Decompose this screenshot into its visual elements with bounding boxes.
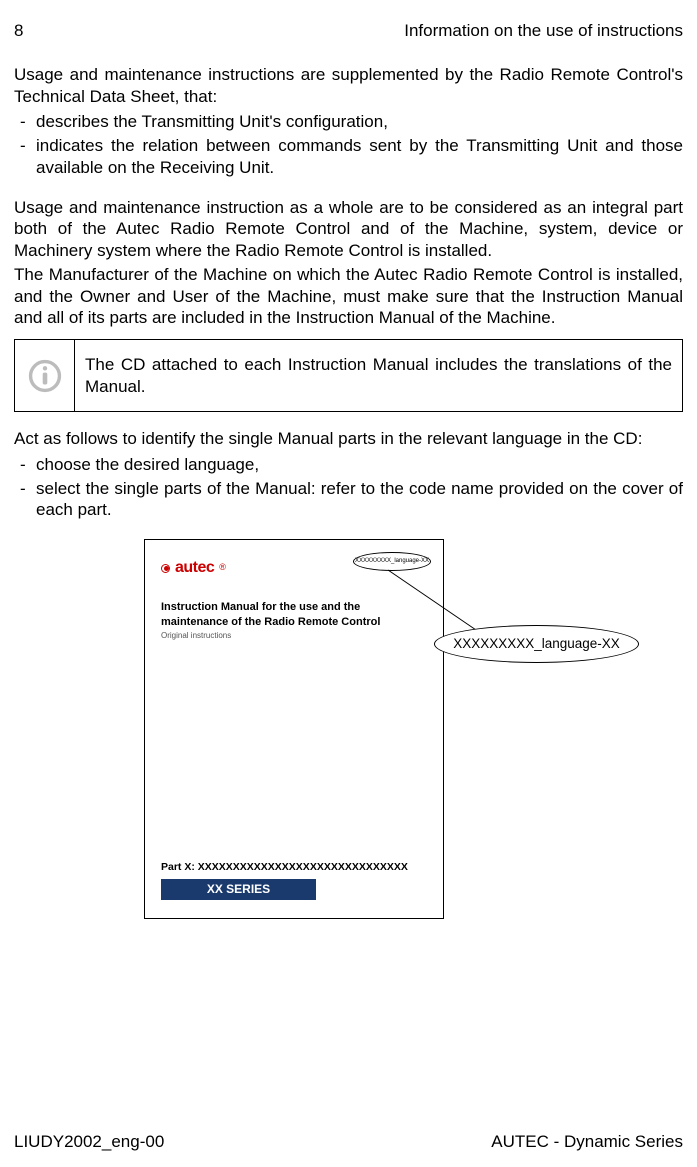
info-text: The CD attached to each Instruction Manu… [75,340,683,412]
footer-right: AUTEC - Dynamic Series [491,1131,683,1153]
original-instructions-label: Original instructions [161,631,427,641]
logo-text: autec [175,558,214,578]
info-icon-cell [15,340,75,412]
cover-title-line2: maintenance of the Radio Remote Control [161,616,380,628]
footer-left: LIUDY2002_eng-00 [14,1131,164,1153]
list-item: describes the Transmitting Unit's config… [36,111,683,133]
cover-page: autec ® XXXXXXXXX_language-XX Instructio… [144,539,444,919]
paragraph-manufacturer: The Manufacturer of the Machine on which… [14,264,683,329]
list-item: select the single parts of the Manual: r… [36,478,683,522]
cover-title-line1: Instruction Manual for the use and the [161,601,360,613]
series-bar: XX SERIES [161,879,316,900]
part-x-label: Part X: XXXXXXXXXXXXXXXXXXXXXXXXXXXXXX [161,861,408,874]
paragraph-usage: Usage and maintenance instruction as a w… [14,197,683,262]
section-title: Information on the use of instructions [404,20,683,42]
list-item: choose the desired language, [36,454,683,476]
page-footer: LIUDY2002_eng-00 AUTEC - Dynamic Series [14,1131,683,1153]
info-icon [28,359,62,393]
info-callout: The CD attached to each Instruction Manu… [14,339,683,412]
logo-mark-icon [161,564,170,573]
cover-title: Instruction Manual for the use and the m… [161,600,427,629]
intro-bullets: describes the Transmitting Unit's config… [14,111,683,178]
code-bubble-small: XXXXXXXXX_language-XX [353,552,431,571]
registered-icon: ® [219,562,226,574]
cover-illustration: autec ® XXXXXXXXX_language-XX Instructio… [144,539,569,919]
list-item: indicates the relation between commands … [36,135,683,179]
cd-bullets: choose the desired language, select the … [14,454,683,521]
code-bubble-large: XXXXXXXXX_language-XX [434,625,639,663]
intro-lead: Usage and maintenance instructions are s… [14,64,683,108]
page-header: 8 Information on the use of instructions [14,20,683,42]
page-number: 8 [14,20,23,42]
cd-lead: Act as follows to identify the single Ma… [14,428,683,450]
